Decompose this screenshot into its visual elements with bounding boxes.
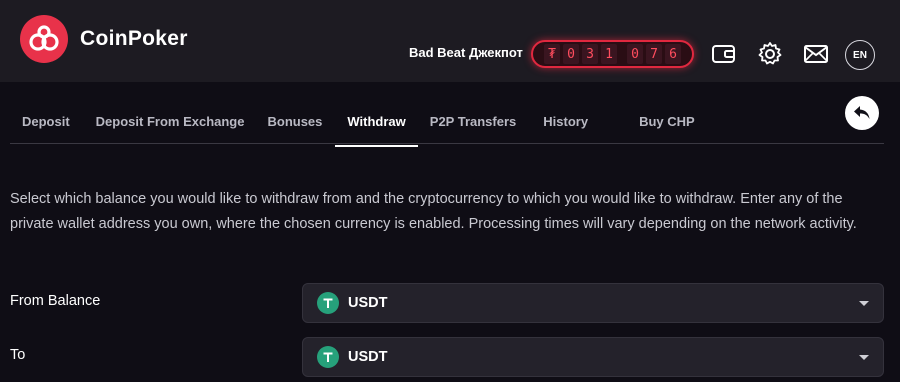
tab-divider (10, 143, 884, 144)
to-select[interactable]: USDT (302, 337, 884, 377)
tab-withdraw[interactable]: Withdraw (335, 104, 419, 147)
to-value: USDT (348, 349, 388, 365)
tab-p2p-transfers[interactable]: P2P Transfers (418, 104, 528, 142)
coinpoker-logo-icon (20, 15, 68, 63)
jackpot-digit: 1 (601, 44, 617, 64)
top-bar: CoinPoker Bad Beat Джекпот ₮ 0 3 1 0 7 6… (0, 0, 900, 82)
jackpot-digit: 0 (627, 44, 643, 64)
tether-icon (317, 292, 339, 314)
tab-bar: Deposit Deposit From Exchange Bonuses Wi… (10, 104, 707, 147)
tab-history[interactable]: History (531, 104, 600, 142)
jackpot-digit: 7 (646, 44, 662, 64)
withdraw-description: Select which balance you would like to w… (10, 191, 857, 232)
from-balance-label: From Balance (10, 293, 101, 309)
tether-icon (317, 346, 339, 368)
brand-name: CoinPoker (80, 27, 188, 50)
jackpot-counter: ₮ 0 3 1 0 7 6 (531, 40, 694, 68)
wallet-icon (712, 45, 735, 63)
messages-button[interactable] (802, 40, 830, 68)
to-label: To (10, 347, 26, 363)
from-balance-value: USDT (348, 295, 388, 311)
wallet-button[interactable] (710, 40, 738, 68)
gear-icon (758, 42, 782, 65)
from-balance-select[interactable]: USDT (302, 283, 884, 323)
tab-deposit-from-exchange[interactable]: Deposit From Exchange (84, 104, 257, 142)
jackpot-digit: ₮ (544, 44, 560, 64)
mail-icon (804, 45, 828, 63)
logo[interactable]: CoinPoker (20, 15, 188, 63)
tab-buy-chp[interactable]: Buy CHP (627, 104, 707, 142)
tab-deposit[interactable]: Deposit (10, 104, 82, 142)
jackpot-digit: 3 (582, 44, 598, 64)
jackpot-label: Bad Beat Джекпот (409, 45, 523, 60)
language-button[interactable]: EN (845, 40, 875, 70)
jackpot-digit: 0 (563, 44, 579, 64)
back-button[interactable] (845, 96, 879, 130)
chevron-down-icon (859, 355, 869, 360)
back-arrow-icon (854, 106, 870, 119)
chevron-down-icon (859, 301, 869, 306)
tab-bonuses[interactable]: Bonuses (255, 104, 334, 142)
settings-button[interactable] (756, 40, 784, 68)
jackpot-digit: 6 (665, 44, 681, 64)
